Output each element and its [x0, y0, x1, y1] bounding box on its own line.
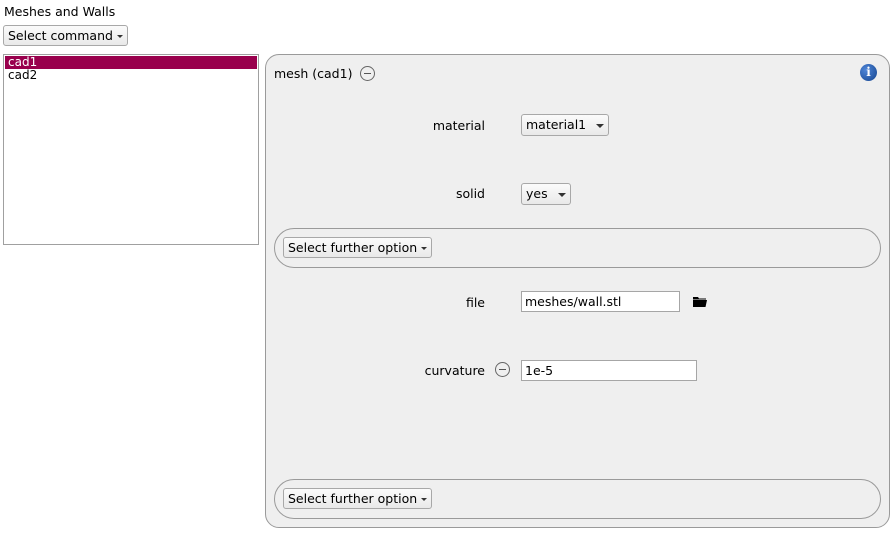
select-command-label: Select command	[8, 28, 113, 43]
chevron-down-icon	[116, 35, 123, 38]
solid-label: solid	[455, 186, 485, 201]
chevron-down-icon	[421, 247, 428, 250]
select-further-option-button-2[interactable]: Select further option	[283, 488, 433, 509]
file-input[interactable]: meshes/wall.stl	[521, 291, 680, 312]
section-title: Meshes and Walls	[4, 4, 116, 19]
list-item-cad2[interactable]: cad2	[5, 69, 257, 82]
select-command-button[interactable]: Select command	[3, 25, 128, 46]
curvature-label: curvature	[424, 363, 485, 378]
remove-mesh-icon[interactable]	[360, 66, 375, 81]
curvature-input[interactable]: 1e-5	[521, 360, 697, 381]
mesh-list[interactable]: cad1 cad2	[3, 54, 259, 245]
panel-title: mesh (cad1)	[274, 66, 353, 81]
material-select[interactable]: material1	[521, 114, 610, 136]
file-label: file	[465, 295, 485, 310]
material-label: material	[432, 118, 485, 133]
chevron-down-icon	[596, 123, 605, 128]
solid-value: yes	[526, 186, 548, 201]
further-option-label-2: Select further option	[288, 491, 418, 506]
further-option-label-1: Select further option	[288, 240, 418, 255]
material-value: material1	[526, 117, 587, 132]
info-icon[interactable]: i	[860, 64, 877, 81]
folder-icon[interactable]	[693, 296, 707, 307]
chevron-down-icon	[557, 192, 566, 197]
list-item-cad1[interactable]: cad1	[5, 56, 257, 69]
remove-curvature-icon[interactable]	[495, 362, 510, 377]
select-further-option-button-1[interactable]: Select further option	[283, 237, 433, 258]
chevron-down-icon	[421, 498, 428, 501]
solid-select[interactable]: yes	[521, 183, 571, 205]
